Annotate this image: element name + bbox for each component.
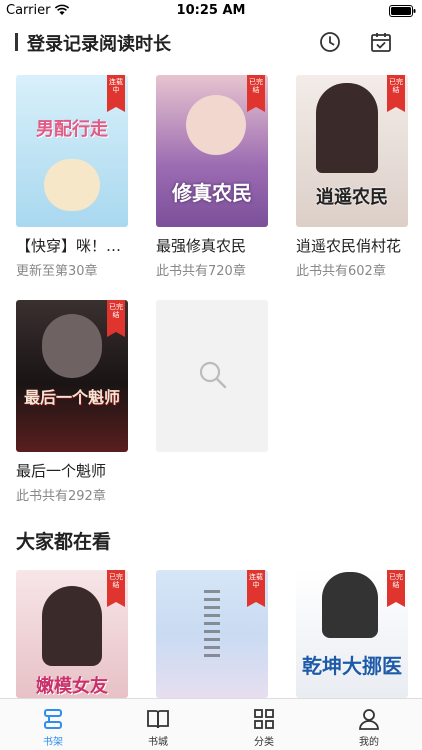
page-title[interactable]: 登录记录阅读时长 [27, 30, 171, 56]
header: 登录记录阅读时长 [0, 22, 422, 62]
cover-illustration [42, 314, 102, 378]
tab-label: 分类 [254, 737, 274, 748]
calendar-check-icon[interactable] [369, 30, 393, 54]
cover-title: 逍遥农民 [316, 187, 388, 208]
status-bar: Carrier 10:25 AM [0, 0, 422, 22]
cover-title: 修真农民 [172, 181, 252, 205]
tab-bookshelf[interactable]: 书架 [13, 707, 93, 748]
book-cover[interactable]: 男配行走 连载中 [16, 75, 128, 227]
status-badge: 已完结 [107, 570, 125, 607]
book-progress: 此书共有292章 [16, 489, 106, 504]
status-badge: 连载中 [107, 75, 125, 112]
recommend-book[interactable]: 嫩模女友 已完结 [16, 570, 128, 698]
status-time: 10:25 AM [176, 3, 246, 18]
status-badge: 已完结 [107, 300, 125, 337]
open-book-icon [147, 710, 169, 729]
book-title: 最后一个魁师 [16, 462, 107, 480]
bookshelf-icon [44, 709, 62, 729]
cover-illustration [186, 95, 246, 155]
cover-illustration [322, 572, 378, 638]
book-title: 逍遥农民俏村花 [296, 237, 402, 255]
book-cover[interactable]: 连载中 [156, 570, 268, 698]
cover-title: 乾坤大挪医 [302, 654, 402, 678]
book-progress: 此书共有720章 [156, 264, 246, 279]
cover-title: 男配行走 [36, 119, 108, 140]
status-badge: 连载中 [247, 570, 265, 607]
book-title: 【快穿】咪！… [16, 237, 122, 255]
tab-label: 书架 [43, 737, 63, 748]
section-title: 大家都在看 [16, 531, 112, 553]
book-progress: 更新至第30章 [16, 264, 98, 279]
add-book-slot[interactable] [156, 300, 268, 452]
shelf-book[interactable]: 男配行走 连载中 【快穿】咪！… 更新至第30章 [16, 75, 128, 279]
book-progress: 此书共有602章 [296, 264, 386, 279]
recommend-book[interactable]: 连载中 [156, 570, 268, 698]
tab-mine[interactable]: 我的 [329, 707, 409, 748]
cover-illustration [204, 590, 220, 660]
clock-icon[interactable] [318, 30, 342, 54]
shelf-book[interactable]: 修真农民 已完结 最强修真农民 此书共有720章 [156, 75, 268, 279]
cover-illustration [316, 83, 378, 173]
tab-category[interactable]: 分类 [224, 707, 304, 748]
tab-label: 书城 [148, 737, 168, 748]
cover-illustration [42, 586, 102, 666]
grid-icon [254, 709, 274, 729]
shelf-book[interactable]: 最后一个魁师 已完结 最后一个魁师 此书共有292章 [16, 300, 128, 504]
book-cover[interactable]: 修真农民 已完结 [156, 75, 268, 227]
book-cover[interactable]: 嫩模女友 已完结 [16, 570, 128, 698]
cover-title: 嫩模女友 [36, 676, 108, 697]
book-cover[interactable]: 乾坤大挪医 已完结 [296, 570, 408, 698]
cover-title: 最后一个魁师 [23, 388, 120, 407]
tab-bar: 书架 书城 分类 我的 [0, 698, 422, 750]
tab-bookstore[interactable]: 书城 [118, 707, 198, 748]
book-cover[interactable]: 最后一个魁师 已完结 [16, 300, 128, 452]
battery-icon [389, 5, 416, 17]
book-title: 最强修真农民 [156, 237, 247, 255]
status-badge: 已完结 [247, 75, 265, 112]
status-badge: 已完结 [387, 570, 405, 607]
empty-cover[interactable] [156, 300, 268, 452]
cover-illustration [44, 159, 100, 211]
recommend-book[interactable]: 乾坤大挪医 已完结 [296, 570, 408, 698]
shelf-book[interactable]: 逍遥农民 已完结 逍遥农民俏村花 此书共有602章 [296, 75, 408, 279]
person-icon [359, 709, 379, 730]
tab-label: 我的 [359, 737, 379, 748]
status-badge: 已完结 [387, 75, 405, 112]
book-cover[interactable]: 逍遥农民 已完结 [296, 75, 408, 227]
search-icon [199, 361, 227, 389]
title-marker [15, 33, 18, 51]
